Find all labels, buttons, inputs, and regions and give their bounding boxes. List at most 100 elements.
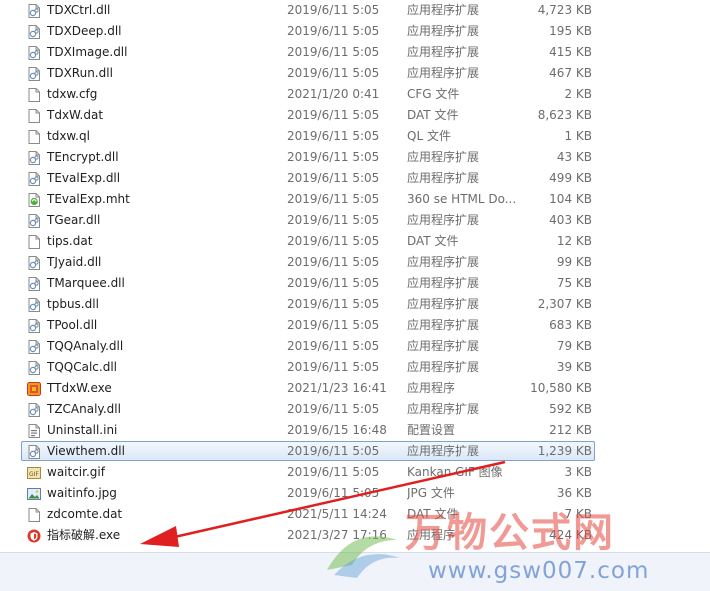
dll-file-icon [28, 256, 40, 270]
file-size: 1,239 KB [537, 444, 592, 458]
dll-file-icon [28, 151, 40, 165]
file-row[interactable]: TDXImage.dll 2019/6/11 5:05 应用程序扩展 415 KB [0, 42, 710, 63]
file-size: 2,307 KB [537, 297, 592, 311]
file-name: tdxw.cfg [47, 87, 98, 101]
file-row[interactable]: tpbus.dll 2019/6/11 5:05 应用程序扩展 2,307 KB [0, 294, 710, 315]
dll-file-icon [28, 25, 40, 39]
file-type: DAT 文件 [407, 234, 459, 248]
file-row[interactable]: TDXRun.dll 2019/6/11 5:05 应用程序扩展 467 KB [0, 63, 710, 84]
file-type: 应用程序扩展 [407, 3, 480, 17]
browser-file-icon [28, 193, 40, 207]
file-name: TQQCalc.dll [47, 360, 117, 374]
file-size: 39 KB [556, 360, 592, 374]
file-date: 2019/6/11 5:05 [287, 444, 380, 458]
file-row[interactable]: TQQAnaly.dll 2019/6/11 5:05 应用程序扩展 79 KB [0, 336, 710, 357]
file-name: waitinfo.jpg [47, 486, 117, 500]
file-type: 应用程序扩展 [407, 255, 480, 269]
file-date: 2019/6/11 5:05 [287, 45, 380, 59]
file-row[interactable]: TEvalExp.dll 2019/6/11 5:05 应用程序扩展 499 KB [0, 168, 710, 189]
file-size: 75 KB [556, 276, 592, 290]
file-date: 2019/6/11 5:05 [287, 150, 380, 164]
file-date: 2019/6/11 5:05 [287, 318, 380, 332]
file-type: 应用程序扩展 [407, 297, 480, 311]
file-size: 104 KB [549, 192, 592, 206]
file-date: 2019/6/11 5:05 [287, 66, 380, 80]
file-size: 99 KB [556, 255, 592, 269]
file-name: TMarquee.dll [47, 276, 125, 290]
blank-file-icon [28, 130, 40, 144]
file-type: 配置设置 [407, 423, 456, 437]
file-size: 499 KB [549, 171, 592, 185]
file-date: 2019/6/11 5:05 [287, 24, 380, 38]
file-name: TPool.dll [47, 318, 98, 332]
file-name: TEncrypt.dll [47, 150, 119, 164]
file-date: 2019/6/11 5:05 [287, 108, 380, 122]
file-row[interactable]: TTdxW.exe 2021/1/23 16:41 应用程序 10,580 KB [0, 378, 710, 399]
file-size: 43 KB [556, 150, 592, 164]
file-size: 403 KB [549, 213, 592, 227]
file-name: tpbus.dll [47, 297, 99, 311]
dll-file-icon [28, 298, 40, 312]
file-size: 8,623 KB [537, 108, 592, 122]
file-row[interactable]: TPool.dll 2019/6/11 5:05 应用程序扩展 683 KB [0, 315, 710, 336]
file-row[interactable]: TZCAnaly.dll 2019/6/11 5:05 应用程序扩展 592 KB [0, 399, 710, 420]
file-type: Kankan GIF 图像 [407, 465, 503, 479]
image-file-icon [27, 488, 41, 500]
svg-text:GIF: GIF [29, 471, 39, 478]
file-date: 2019/6/11 5:05 [287, 234, 380, 248]
file-size: 1 KB [564, 129, 592, 143]
file-row[interactable]: tdxw.ql 2019/6/11 5:05 QL 文件 1 KB [0, 126, 710, 147]
file-row[interactable]: TDXCtrl.dll 2019/6/11 5:05 应用程序扩展 4,723 KB [0, 0, 710, 21]
file-row[interactable]: TGear.dll 2019/6/11 5:05 应用程序扩展 403 KB [0, 210, 710, 231]
file-type: 应用程序扩展 [407, 318, 480, 332]
file-row[interactable]: TEncrypt.dll 2019/6/11 5:05 应用程序扩展 43 KB [0, 147, 710, 168]
blank-file-icon [28, 109, 40, 123]
file-row[interactable]: TQQCalc.dll 2019/6/11 5:05 应用程序扩展 39 KB [0, 357, 710, 378]
file-size: 2 KB [564, 87, 592, 101]
dll-file-icon [28, 445, 40, 459]
file-name: waitcir.gif [47, 465, 105, 479]
file-name: tdxw.ql [47, 129, 90, 143]
file-date: 2019/6/11 5:05 [287, 402, 380, 416]
file-row[interactable]: TDXDeep.dll 2019/6/11 5:05 应用程序扩展 195 KB [0, 21, 710, 42]
file-type: 应用程序扩展 [407, 444, 480, 458]
blank-file-icon [28, 235, 40, 249]
dll-file-icon [28, 277, 40, 291]
file-date: 2019/6/11 5:05 [287, 171, 380, 185]
file-name: TTdxW.exe [47, 381, 112, 395]
file-type: 应用程序扩展 [407, 24, 480, 38]
file-row[interactable]: TMarquee.dll 2019/6/11 5:05 应用程序扩展 75 KB [0, 273, 710, 294]
file-name: TEvalExp.dll [47, 171, 121, 185]
dll-file-icon [28, 340, 40, 354]
file-date: 2019/6/11 5:05 [287, 255, 380, 269]
file-size: 10,580 KB [530, 381, 592, 395]
shield-exe-icon [27, 529, 41, 543]
dll-file-icon [28, 403, 40, 417]
file-row[interactable]: Uninstall.ini 2019/6/15 16:48 配置设置 212 KB [0, 420, 710, 441]
file-size: 195 KB [549, 24, 592, 38]
file-row[interactable]: TJyaid.dll 2019/6/11 5:05 应用程序扩展 99 KB [0, 252, 710, 273]
file-type: 应用程序 [407, 381, 456, 395]
file-date: 2021/1/23 16:41 [287, 381, 387, 395]
file-name: TdxW.dat [47, 108, 104, 122]
file-type: 应用程序扩展 [407, 150, 480, 164]
file-name: zdcomte.dat [47, 507, 123, 521]
file-row[interactable]: Viewthem.dll 2019/6/11 5:05 应用程序扩展 1,239 KB [0, 441, 710, 462]
file-date: 2019/6/11 5:05 [287, 360, 380, 374]
app-exe-icon [27, 382, 41, 396]
watermark-url: www.gsw007.com [428, 558, 650, 584]
watermark-logo-icon [327, 536, 400, 578]
file-row[interactable]: TEvalExp.mht 2019/6/11 5:05 360 se HTML Do… [0, 189, 710, 210]
file-type: 应用程序扩展 [407, 339, 480, 353]
file-row[interactable]: TdxW.dat 2019/6/11 5:05 DAT 文件 8,623 KB [0, 105, 710, 126]
dll-file-icon [28, 319, 40, 333]
file-name: TDXImage.dll [47, 45, 128, 59]
file-size: 415 KB [549, 45, 592, 59]
file-date: 2019/6/11 5:05 [287, 297, 380, 311]
file-name: TEvalExp.mht [47, 192, 130, 206]
dll-file-icon [28, 67, 40, 81]
file-row[interactable]: tips.dat 2019/6/11 5:05 DAT 文件 12 KB [0, 231, 710, 252]
file-row[interactable]: GIF waitcir.gif 2019/6/11 5:05 Kankan GIF 图… [0, 462, 710, 483]
file-row[interactable]: tdxw.cfg 2021/1/20 0:41 CFG 文件 2 KB [0, 84, 710, 105]
file-name: TDXCtrl.dll [47, 3, 111, 17]
